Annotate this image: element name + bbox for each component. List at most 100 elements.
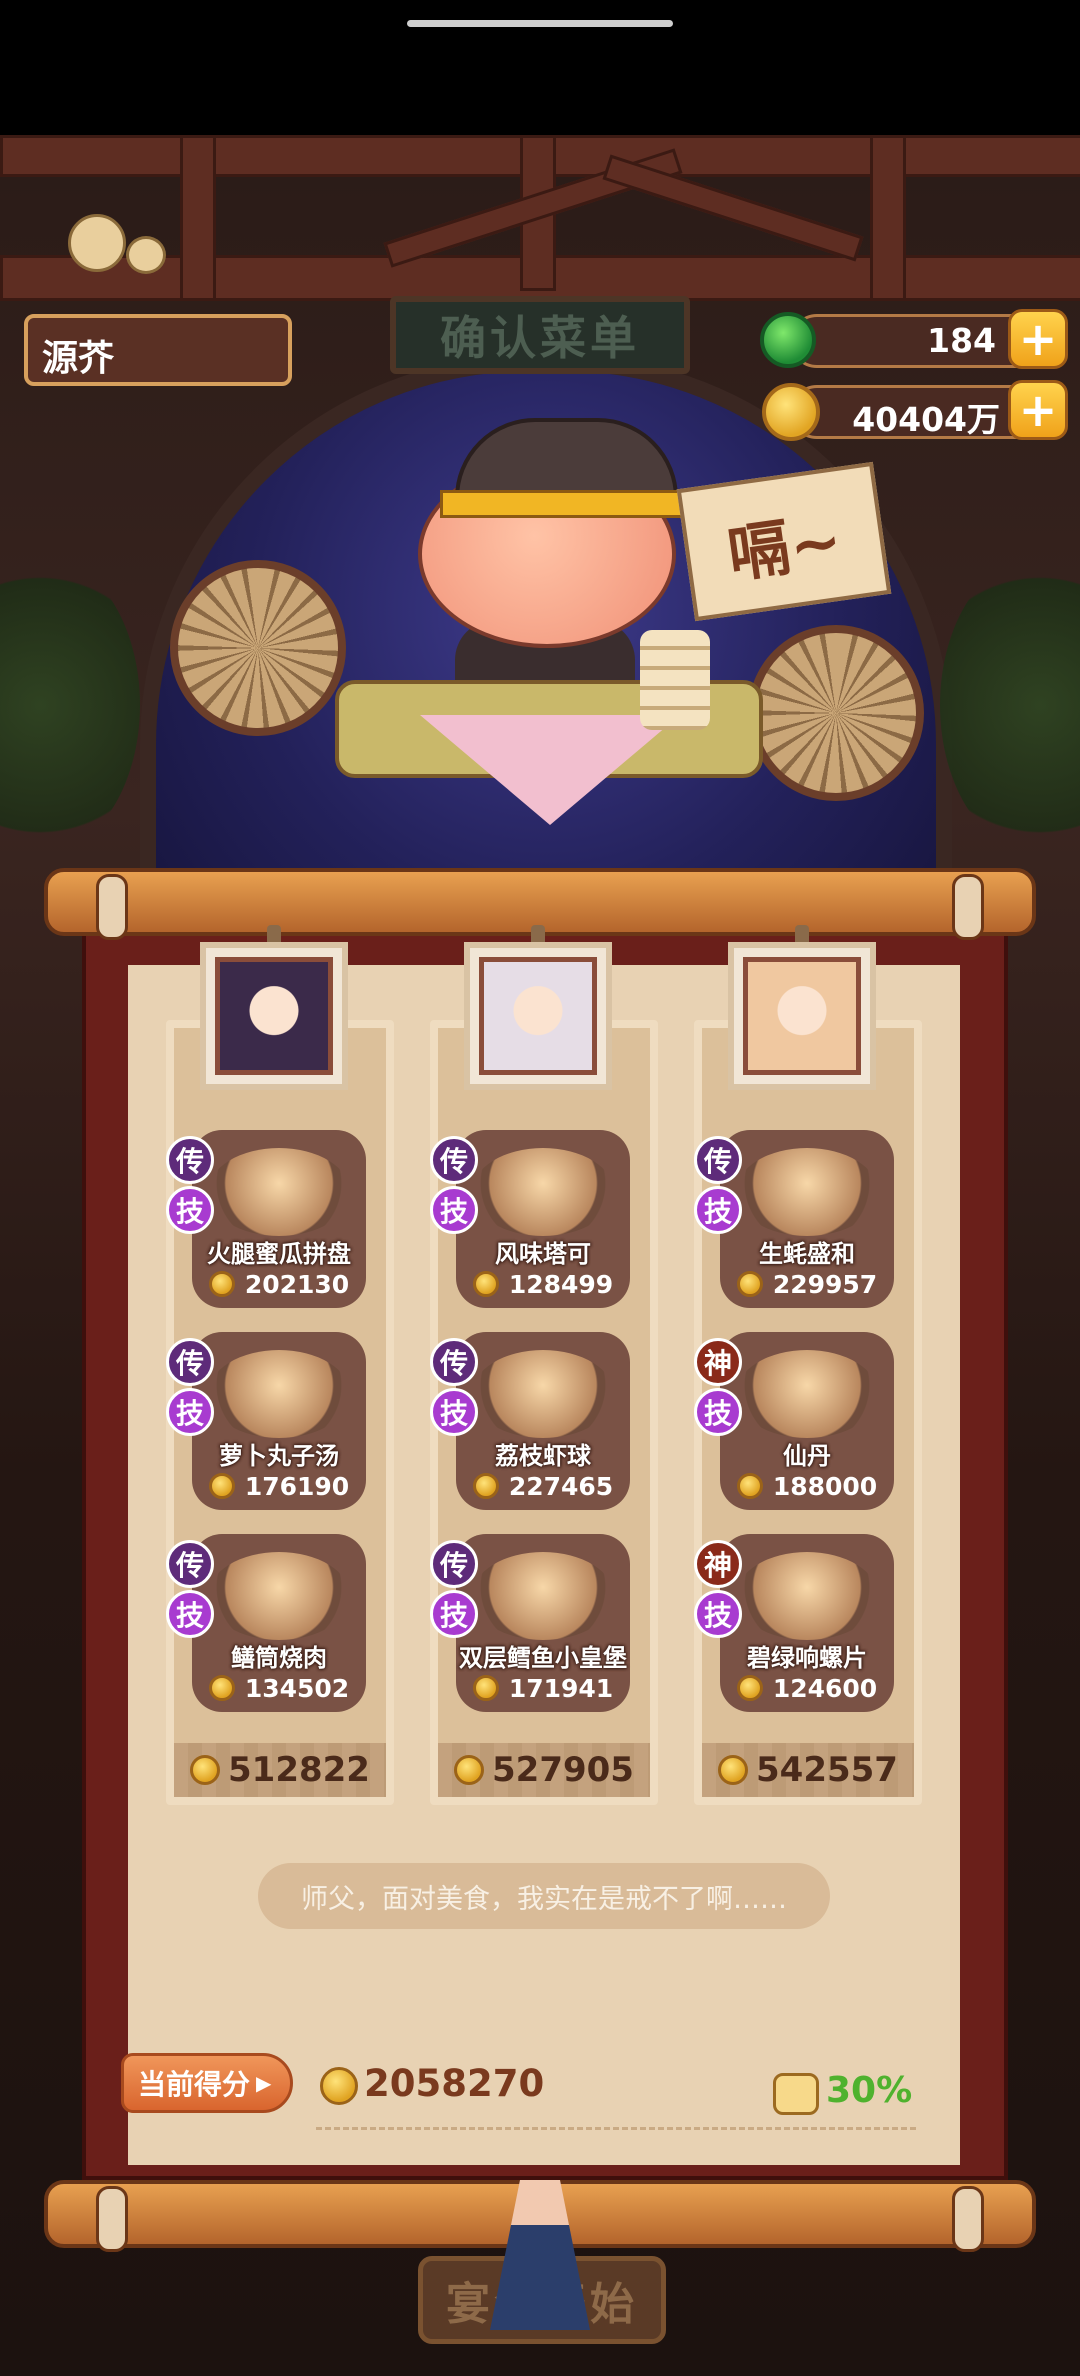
- dish-name: 生蚝盛和: [759, 1240, 855, 1268]
- dish-price-value: 227465: [508, 1471, 614, 1501]
- coin-icon: [472, 1271, 499, 1297]
- coin-icon: [208, 1675, 235, 1701]
- coin-icon: [718, 1755, 749, 1785]
- skill-badge: 技: [430, 1590, 478, 1638]
- dish-name: 双层鳕鱼小皇堡: [459, 1644, 627, 1672]
- dish-image: [736, 1148, 878, 1236]
- current-score-tag: 当前得分 ▶: [121, 2053, 293, 2113]
- dish-price: 188000: [730, 1470, 884, 1502]
- dish-card[interactable]: 生蚝盛和 229957: [720, 1130, 894, 1308]
- dish-image: [208, 1148, 350, 1236]
- dish-card[interactable]: 萝卜丸子汤 176190: [192, 1332, 366, 1510]
- score-divider: [316, 2127, 916, 2130]
- skill-badge: 技: [430, 1388, 478, 1436]
- rank-badge: 神: [694, 1338, 742, 1386]
- chef-portrait-frame[interactable]: [728, 942, 876, 1090]
- coin-icon: [736, 1271, 763, 1297]
- dish-price: 171941: [466, 1672, 620, 1704]
- dialog-bubble: 师父，面对美食，我实在是戒不了啊……: [258, 1863, 830, 1929]
- dish-image: [208, 1552, 350, 1640]
- burp-text: 嗝~: [723, 502, 847, 592]
- dish-price: 124600: [730, 1672, 884, 1704]
- chef-avatar: [479, 957, 597, 1075]
- rank-badge: 传: [166, 1338, 214, 1386]
- coin-icon: [190, 1755, 221, 1785]
- chef-portrait-frame[interactable]: [200, 942, 348, 1090]
- dish-name: 荔枝虾球: [495, 1442, 591, 1470]
- chick-decoration: [68, 214, 126, 272]
- dish-image: [208, 1350, 350, 1438]
- golden-headband: [440, 490, 686, 518]
- rank-badge: 传: [166, 1136, 214, 1184]
- column-total: 542557: [702, 1743, 914, 1797]
- dish-image: [736, 1552, 878, 1640]
- coin-icon: [454, 1755, 485, 1785]
- coin-icon: [736, 1473, 763, 1499]
- current-score-label: 当前得分: [138, 2068, 251, 2101]
- chef-avatar: [215, 957, 333, 1075]
- column-total-value: 527905: [492, 1750, 634, 1790]
- dish-name: 鳝筒烧肉: [231, 1644, 327, 1672]
- rank-badge: 传: [166, 1540, 214, 1588]
- dish-card[interactable]: 双层鳕鱼小皇堡 171941: [456, 1534, 630, 1712]
- dish-image: [472, 1350, 614, 1438]
- dish-card[interactable]: 鳝筒烧肉 134502: [192, 1534, 366, 1712]
- dish-name: 火腿蜜瓜拼盘: [207, 1240, 351, 1268]
- coin-icon: [320, 2067, 358, 2105]
- arrow-right-icon: ▶: [256, 2071, 272, 2095]
- column-total-value: 512822: [228, 1750, 370, 1790]
- dialog-text: 师父，面对美食，我实在是戒不了啊……: [301, 1883, 787, 1915]
- skill-badge: 技: [694, 1590, 742, 1638]
- fan-decoration: [170, 560, 346, 736]
- dish-card[interactable]: 火腿蜜瓜拼盘 202130: [192, 1130, 366, 1308]
- coin-icon: [472, 1675, 499, 1701]
- dish-name: 萝卜丸子汤: [219, 1442, 339, 1470]
- rank-badge: 传: [694, 1136, 742, 1184]
- add-gems-button[interactable]: +: [1008, 309, 1068, 369]
- chick-decoration: [126, 236, 166, 274]
- skill-badge: 技: [166, 1388, 214, 1436]
- dish-price-value: 229957: [772, 1269, 878, 1299]
- dish-card[interactable]: 风味塔可 128499: [456, 1130, 630, 1308]
- chef-avatar: [743, 957, 861, 1075]
- dish-name: 仙丹: [783, 1442, 831, 1470]
- coin-icon: [208, 1271, 235, 1297]
- bonus-percent: 30%: [826, 2070, 913, 2111]
- skill-badge: 技: [166, 1590, 214, 1638]
- plus-icon: +: [1018, 383, 1058, 437]
- coin-icon: [208, 1473, 235, 1499]
- column-total-value: 542557: [756, 1750, 898, 1790]
- dish-price-value: 202130: [244, 1269, 350, 1299]
- dish-price-value: 128499: [508, 1269, 614, 1299]
- dish-price-value: 171941: [508, 1673, 614, 1703]
- chef-portrait-frame[interactable]: [464, 942, 612, 1090]
- rank-badge: 传: [430, 1136, 478, 1184]
- dish-price-value: 188000: [772, 1471, 878, 1501]
- dish-card[interactable]: 仙丹 188000: [720, 1332, 894, 1510]
- dish-image: [736, 1350, 878, 1438]
- bonus-food-icon: [773, 2073, 819, 2115]
- dish-price: 128499: [466, 1268, 620, 1300]
- add-coins-button[interactable]: +: [1008, 380, 1068, 440]
- skill-badge: 技: [166, 1186, 214, 1234]
- column-total: 512822: [174, 1743, 386, 1797]
- dish-card[interactable]: 荔枝虾球 227465: [456, 1332, 630, 1510]
- rank-badge: 神: [694, 1540, 742, 1588]
- rank-badge: 传: [430, 1338, 478, 1386]
- dish-image: [472, 1148, 614, 1236]
- dish-price-value: 134502: [244, 1673, 350, 1703]
- dish-price: 227465: [466, 1470, 620, 1502]
- dish-price: 134502: [202, 1672, 356, 1704]
- column-total: 527905: [438, 1743, 650, 1797]
- dish-price: 202130: [202, 1268, 356, 1300]
- home-indicator: [407, 20, 673, 27]
- plus-icon: +: [1018, 312, 1058, 366]
- burp-sign: 嗝~: [676, 461, 892, 622]
- dish-price: 176190: [202, 1470, 356, 1502]
- fan-decoration: [748, 625, 924, 801]
- coin-icon: [472, 1473, 499, 1499]
- dish-card[interactable]: 碧绿响螺片 124600: [720, 1534, 894, 1712]
- skill-badge: 技: [694, 1388, 742, 1436]
- coin-icon: [736, 1675, 763, 1701]
- rank-badge: 传: [430, 1540, 478, 1588]
